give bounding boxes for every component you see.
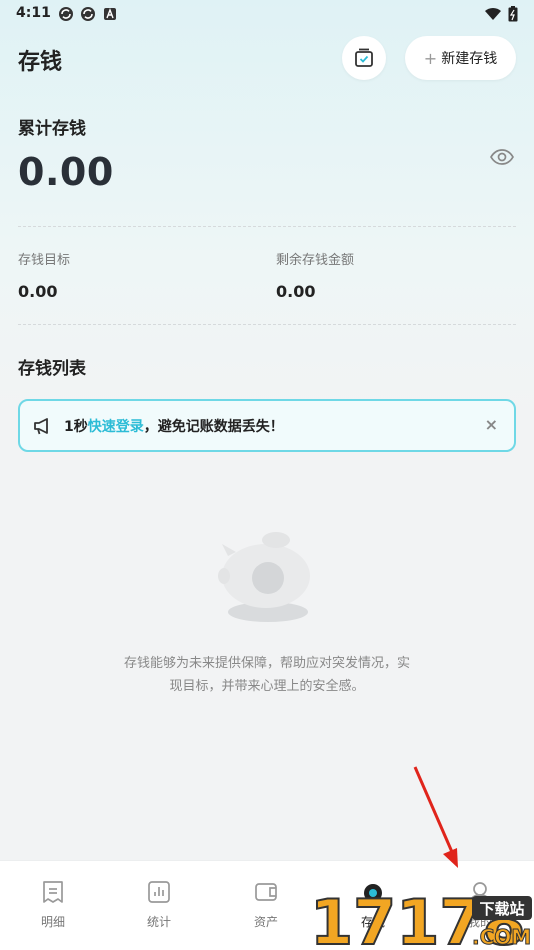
close-icon[interactable]: × [485,415,498,434]
goal-label: 存钱目标 [18,253,71,268]
svg-text:下载站: 下载站 [479,900,524,918]
sync-icon [81,7,95,21]
goal-value: 0.00 [18,282,58,301]
tab-details[interactable]: 明细 [13,879,93,930]
login-suffix: ，避免记账数据丢失！ [143,418,284,435]
battery-icon [508,6,518,22]
svg-text:.COM: .COM [472,925,531,949]
divider [18,324,516,325]
saving-list-title: 存钱列表 [18,359,86,379]
wallet-icon [255,883,277,901]
app-a-icon [104,8,116,20]
piggy-bank-illustration [218,532,310,622]
status-notification-icons [58,6,118,22]
tab-label: 资产 [253,915,278,929]
total-saved-value: 0.00 [18,150,114,194]
plus-icon: + [423,48,438,68]
red-arrow-annotation [413,766,458,868]
login-banner[interactable]: 1秒快速登录，避免记账数据丢失！ × [18,399,516,452]
calendar-check-button[interactable] [342,36,386,80]
remaining-label: 剩余存钱金额 [276,253,355,268]
status-time: 4:11 [16,5,51,21]
list-icon [43,881,63,903]
tab-label: 统计 [146,915,171,929]
page-title: 存钱 [18,50,63,75]
tab-statistics[interactable]: 统计 [119,879,199,930]
quick-login-link[interactable]: 快速登录 [88,419,144,435]
tab-assets[interactable]: 资产 [226,879,306,930]
wifi-icon [485,7,501,20]
total-saved-label: 累计存钱 [18,119,86,139]
eye-icon[interactable] [490,146,514,168]
login-banner-text: 1秒快速登录，避免记账数据丢失！ [64,416,284,436]
calendar-check-icon [355,48,373,67]
remaining-value: 0.00 [276,282,316,301]
login-prefix: 1秒 [64,418,88,435]
megaphone-icon [34,417,48,434]
sync-icon [59,7,73,21]
chart-icon [148,881,170,903]
new-saving-label: 新建存钱 [441,51,498,67]
tab-label: 明细 [40,915,65,929]
divider [18,226,516,227]
status-bar: 4:11 [0,0,534,28]
watermark-logo: 17178 下载站 .COM [309,885,532,950]
empty-state-text: 存钱能够为未来提供保障，帮助应对突发情况，实现目标，并带来心理上的安全感。 [123,656,410,694]
status-system-icons [484,6,518,22]
new-saving-button[interactable]: + 新建存钱 [405,36,516,80]
